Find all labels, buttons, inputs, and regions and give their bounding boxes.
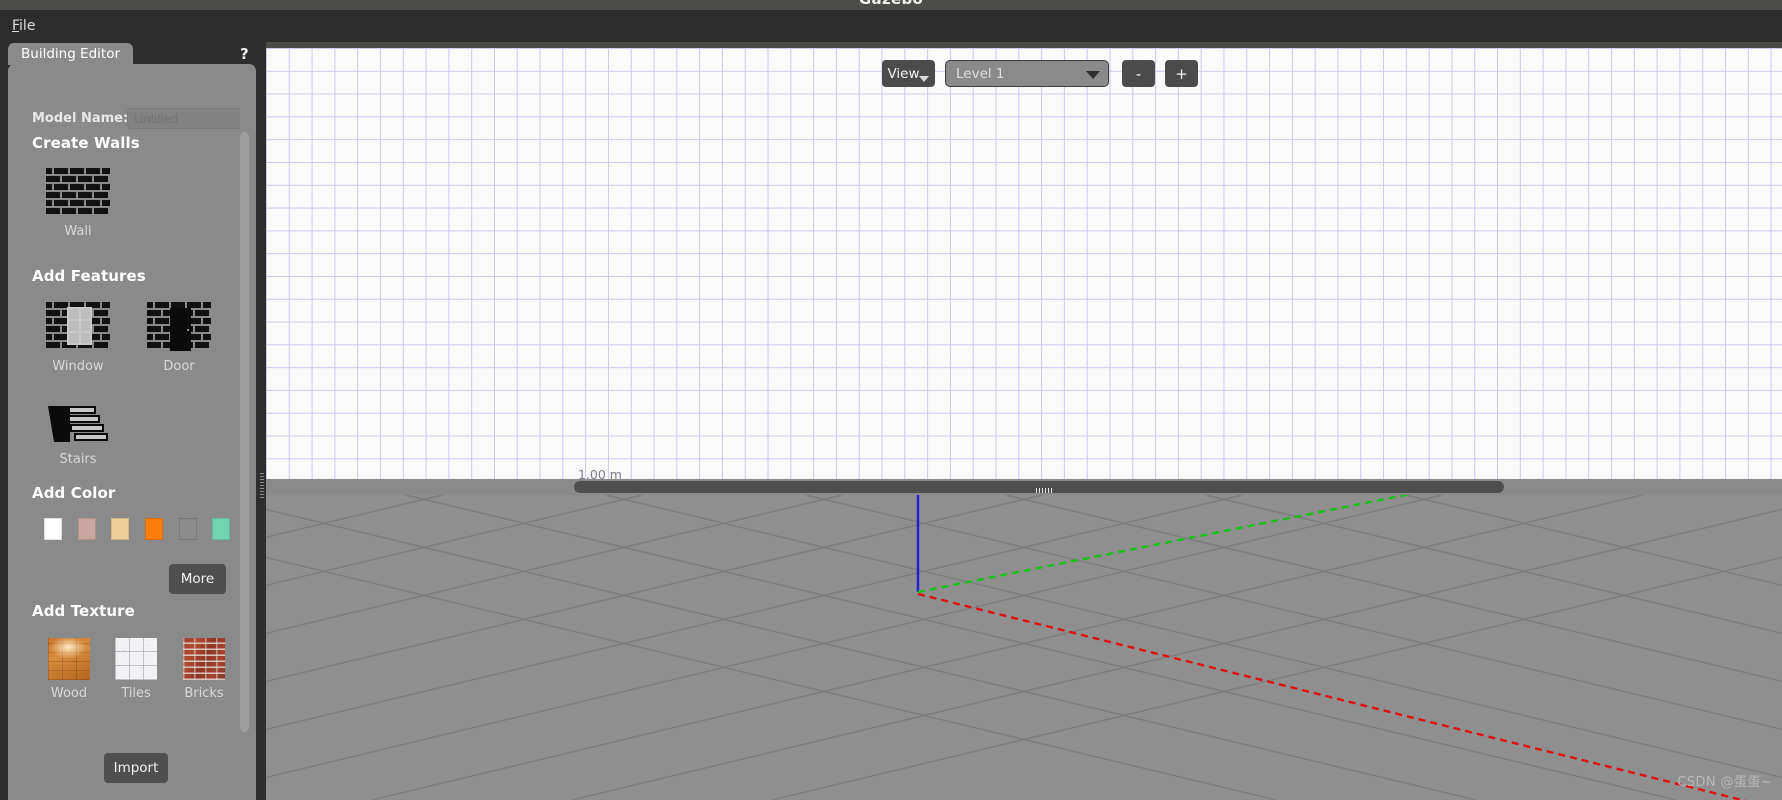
section-heading-create-walls: Create Walls: [32, 134, 140, 152]
gazebo-building-editor-window: Gazebo File Building Editor ? Model Name…: [0, 0, 1782, 800]
left-dock: Building Editor ? Model Name: Create Wal…: [0, 42, 265, 800]
view-menu-button[interactable]: View: [882, 60, 935, 87]
scale-bar-label: 1.00 m: [578, 467, 622, 479]
building-editor-panel: Model Name: Create Walls Wall: [8, 64, 256, 800]
level-select[interactable]: Level 1: [945, 60, 1109, 87]
view-menu-label: View: [887, 65, 920, 82]
model-name-row: Model Name:: [22, 108, 242, 130]
window-titlebar: Gazebo: [0, 0, 1782, 10]
splitter-grip-icon: [260, 472, 264, 498]
color-swatch-dusty-rose[interactable]: [78, 518, 96, 540]
brick-wall-icon[interactable]: [46, 167, 110, 217]
door-knob-icon: [187, 329, 189, 331]
item-label-wood: Wood: [50, 686, 88, 701]
item-label-wall: Wall: [64, 224, 92, 239]
panel-scroll-area: Create Walls Wall Add Features Window Do…: [8, 134, 256, 800]
item-label-bricks: Bricks: [184, 686, 224, 701]
section-heading-add-texture: Add Texture: [32, 602, 135, 620]
item-label-door: Door: [163, 359, 195, 374]
item-label-tiles: Tiles: [121, 686, 151, 701]
add-level-button[interactable]: +: [1165, 60, 1198, 87]
color-swatch-white[interactable]: [44, 518, 62, 540]
item-label-stairs: Stairs: [59, 452, 97, 467]
import-texture-button[interactable]: Import: [104, 753, 168, 783]
more-colors-button[interactable]: More: [169, 564, 226, 594]
color-swatch-orange[interactable]: [145, 518, 163, 540]
bricks-texture-icon[interactable]: [183, 638, 225, 680]
chevron-down-icon: [1086, 71, 1100, 79]
brick-door-icon[interactable]: [147, 301, 211, 351]
item-label-window: Window: [52, 359, 104, 374]
color-swatch-tan[interactable]: [111, 518, 129, 540]
wood-texture-icon[interactable]: [48, 638, 90, 680]
gazebo-3d-viewport[interactable]: CSDN @蛋蛋~: [266, 495, 1782, 800]
chevron-down-icon: [919, 76, 929, 82]
section-heading-add-features: Add Features: [32, 267, 146, 285]
vertical-splitter[interactable]: [258, 42, 266, 800]
3d-scene: [266, 495, 1782, 800]
tab-building-editor[interactable]: Building Editor: [8, 43, 134, 65]
model-name-label: Model Name:: [32, 111, 129, 126]
window-frame-icon: [67, 307, 92, 345]
color-swatch-amber[interactable]: [179, 518, 197, 540]
dock-tabstrip: Building Editor ?: [0, 42, 265, 65]
stairs-icon[interactable]: [48, 404, 108, 444]
brick-window-icon[interactable]: [46, 301, 110, 351]
tiles-texture-icon[interactable]: [115, 638, 157, 680]
section-heading-add-color: Add Color: [32, 484, 116, 502]
model-name-input[interactable]: [127, 108, 242, 129]
panel-scrollbar-thumb[interactable]: [240, 132, 249, 732]
remove-level-button[interactable]: -: [1122, 60, 1155, 87]
level-select-value: Level 1: [956, 66, 1005, 82]
help-icon[interactable]: ?: [240, 45, 249, 63]
menu-file[interactable]: File: [8, 16, 39, 36]
ground-grid-icon: [266, 495, 1782, 800]
origin-marker-icon: [1036, 488, 1054, 493]
horizontal-splitter[interactable]: [266, 479, 1782, 495]
menu-bar: File: [0, 10, 1782, 42]
building-editor-2d-view[interactable]: 1.00 m: [266, 48, 1782, 479]
color-swatch-mint[interactable]: [212, 518, 230, 540]
window-title: Gazebo: [0, 0, 1782, 8]
